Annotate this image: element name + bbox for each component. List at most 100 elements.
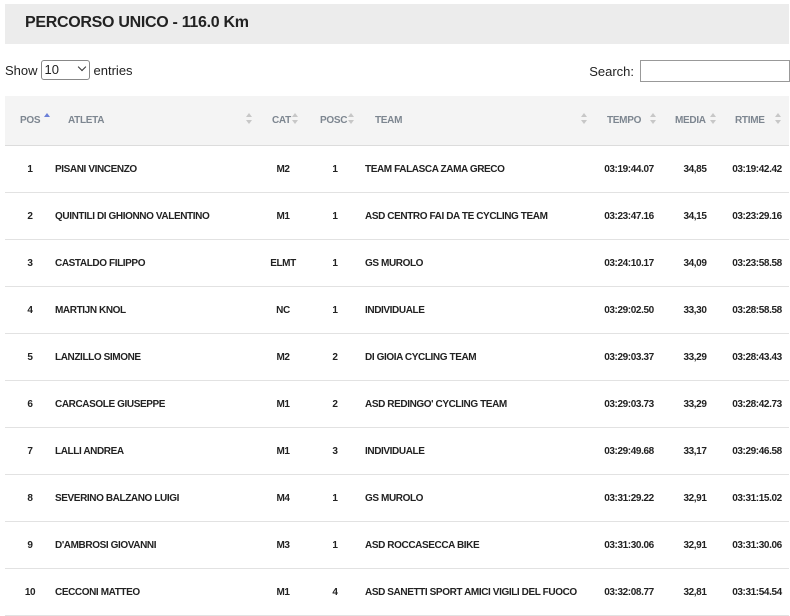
category-position-cell: 2	[305, 380, 365, 428]
sort-icon	[710, 112, 716, 126]
entries-length-control: Show 10 entries	[5, 60, 133, 80]
time-cell: 03:31:29.22	[593, 474, 665, 522]
athlete-cell: LALLI ANDREA	[55, 427, 261, 475]
column-label-tempo: TEMPO	[607, 115, 642, 126]
sort-icon	[775, 112, 781, 126]
team-cell: GS MUROLO	[365, 239, 593, 287]
page-header: PERCORSO UNICO - 116.0 Km	[5, 4, 789, 44]
column-header-tempo[interactable]: TEMPO	[593, 96, 665, 146]
time-cell: 03:19:44.07	[593, 145, 665, 193]
sort-icon	[292, 112, 298, 126]
table-row: 1 PISANI VINCENZO M2 1 TEAM FALASCA ZAMA GRE…	[5, 145, 789, 193]
search-control: Search:	[589, 60, 790, 82]
athlete-cell: QUINTILI DI GHIONNO VALENTINO	[55, 192, 261, 240]
pos-cell: 1	[5, 145, 55, 193]
column-header-pos[interactable]: POS	[5, 96, 55, 146]
athlete-cell: CECCONI MATTEO	[55, 568, 261, 616]
average-speed-cell: 32,91	[665, 474, 725, 522]
category-cell: M4	[261, 474, 305, 522]
average-speed-cell: 32,91	[665, 521, 725, 569]
real-time-cell: 03:31:30.06	[725, 521, 789, 569]
column-header-team[interactable]: TEAM	[365, 96, 593, 146]
column-label-atleta: ATLETA	[68, 115, 105, 126]
category-cell: M1	[261, 192, 305, 240]
column-header-posc[interactable]: POSC	[305, 96, 365, 146]
column-label-cat: CAT	[272, 115, 291, 126]
time-cell: 03:23:47.16	[593, 192, 665, 240]
table-header-row: POS ATLETA CAT POSC TEAM TEMPO MEDIA RTI…	[5, 96, 789, 146]
athlete-cell: CASTALDO FILIPPO	[55, 239, 261, 287]
time-cell: 03:31:30.06	[593, 521, 665, 569]
average-speed-cell: 33,29	[665, 333, 725, 381]
real-time-cell: 03:31:15.02	[725, 474, 789, 522]
pos-cell: 3	[5, 239, 55, 287]
table-row: 4 MARTIJN KNOL NC 1 INDIVIDUALE 03:29:02.50 33…	[5, 286, 789, 334]
athlete-cell: D'AMBROSI GIOVANNI	[55, 521, 261, 569]
sort-icon	[348, 112, 354, 126]
column-header-media[interactable]: MEDIA	[665, 96, 725, 146]
column-label-pos: POS	[20, 115, 41, 126]
sort-ascending-icon	[44, 112, 50, 126]
category-cell: ELMT	[261, 239, 305, 287]
pos-cell: 5	[5, 333, 55, 381]
column-header-atleta[interactable]: ATLETA	[55, 96, 261, 146]
team-cell: ASD ROCCASECCA BIKE	[365, 521, 593, 569]
table-row: 8 SEVERINO BALZANO LUIGI M4 1 GS MUROLO 03:31…	[5, 474, 789, 522]
column-header-cat[interactable]: CAT	[261, 96, 305, 146]
sort-icon	[650, 112, 656, 126]
real-time-cell: 03:23:29.16	[725, 192, 789, 240]
average-speed-cell: 34,09	[665, 239, 725, 287]
real-time-cell: 03:19:42.42	[725, 145, 789, 193]
real-time-cell: 03:28:58.58	[725, 286, 789, 334]
page-title: PERCORSO UNICO - 116.0 Km	[25, 14, 249, 31]
pos-cell: 9	[5, 521, 55, 569]
team-cell: INDIVIDUALE	[365, 286, 593, 334]
category-position-cell: 1	[305, 474, 365, 522]
category-cell: M3	[261, 521, 305, 569]
sort-icon	[246, 112, 252, 126]
team-cell: ASD CENTRO FAI DA TE CYCLING TEAM	[365, 192, 593, 240]
chevron-down-icon	[77, 62, 86, 72]
column-label-rtime: RTIME	[735, 115, 765, 126]
table-row: 5 LANZILLO SIMONE M2 2 DI GIOIA CYCLING TEAM…	[5, 333, 789, 381]
category-position-cell: 1	[305, 145, 365, 193]
pos-cell: 10	[5, 568, 55, 616]
time-cell: 03:29:02.50	[593, 286, 665, 334]
results-table-body: 1 PISANI VINCENZO M2 1 TEAM FALASCA ZAMA GRE…	[5, 145, 789, 616]
search-label: Search:	[589, 63, 634, 79]
average-speed-cell: 34,15	[665, 192, 725, 240]
column-header-rtime[interactable]: RTIME	[725, 96, 789, 146]
search-input[interactable]	[640, 60, 790, 82]
time-cell: 03:32:08.77	[593, 568, 665, 616]
average-speed-cell: 33,29	[665, 380, 725, 428]
sort-icon	[581, 112, 587, 126]
category-cell: M2	[261, 333, 305, 381]
real-time-cell: 03:31:54.54	[725, 568, 789, 616]
category-position-cell: 4	[305, 568, 365, 616]
time-cell: 03:24:10.17	[593, 239, 665, 287]
team-cell: GS MUROLO	[365, 474, 593, 522]
team-cell: ASD REDINGO' CYCLING TEAM	[365, 380, 593, 428]
category-cell: M1	[261, 380, 305, 428]
entries-select-value: 10	[44, 62, 59, 77]
category-position-cell: 1	[305, 286, 365, 334]
athlete-cell: MARTIJN KNOL	[55, 286, 261, 334]
team-cell: INDIVIDUALE	[365, 427, 593, 475]
time-cell: 03:29:03.73	[593, 380, 665, 428]
team-cell: TEAM FALASCA ZAMA GRECO	[365, 145, 593, 193]
category-cell: NC	[261, 286, 305, 334]
average-speed-cell: 33,30	[665, 286, 725, 334]
real-time-cell: 03:23:58.58	[725, 239, 789, 287]
table-row: 9 D'AMBROSI GIOVANNI M3 1 ASD ROCCASECCA BIK…	[5, 521, 789, 569]
results-table: POS ATLETA CAT POSC TEAM TEMPO MEDIA RTI…	[5, 96, 789, 616]
athlete-cell: LANZILLO SIMONE	[55, 333, 261, 381]
table-row: 10 CECCONI MATTEO M1 4 ASD SANETTI SPORT AMI…	[5, 568, 789, 616]
entries-select[interactable]: 10	[40, 60, 90, 80]
table-row: 2 QUINTILI DI GHIONNO VALENTINO M1 1 ASD CEN…	[5, 192, 789, 240]
athlete-cell: PISANI VINCENZO	[55, 145, 261, 193]
team-cell: ASD SANETTI SPORT AMICI VIGILI DEL FUOCO	[365, 568, 593, 616]
pos-cell: 8	[5, 474, 55, 522]
real-time-cell: 03:29:46.58	[725, 427, 789, 475]
category-position-cell: 1	[305, 239, 365, 287]
category-cell: M1	[261, 568, 305, 616]
